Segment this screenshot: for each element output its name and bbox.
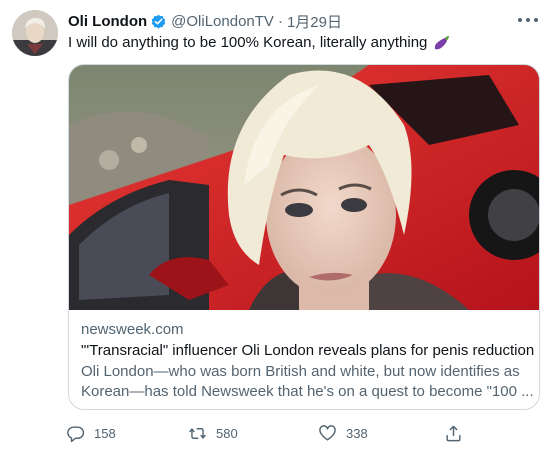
- retweet-icon: [188, 424, 207, 443]
- card-title: "'Transracial" influencer Oli London rev…: [81, 342, 540, 359]
- share-button[interactable]: [444, 422, 463, 444]
- card-description-line: Korean—has told Newsweek that he's on a …: [81, 383, 534, 400]
- reply-icon: [66, 424, 85, 443]
- share-icon: [444, 424, 463, 443]
- like-count: 338: [346, 425, 368, 441]
- separator-dot: ·: [277, 12, 283, 30]
- reply-count: 158: [94, 425, 116, 441]
- retweet-count: 580: [216, 425, 238, 441]
- card-domain: newsweek.com: [81, 321, 184, 338]
- verified-badge-icon: [150, 13, 167, 30]
- eggplant-icon: [432, 34, 452, 52]
- user-handle[interactable]: @OliLondonTV: [171, 13, 274, 30]
- tweet-text: I will do anything to be 100% Korean, li…: [68, 33, 452, 53]
- card-description: Oli London—who was born British and whit…: [81, 362, 534, 402]
- card-description-line: Oli London—who was born British and whit…: [81, 363, 520, 380]
- tweet[interactable]: Oli London @OliLondonTV · 1月29日 I will d…: [0, 0, 554, 452]
- retweet-button[interactable]: 580: [188, 422, 238, 444]
- display-name[interactable]: Oli London: [68, 13, 147, 30]
- like-button[interactable]: 338: [318, 422, 368, 444]
- card-image[interactable]: [69, 65, 539, 310]
- more-options-icon[interactable]: [518, 12, 538, 28]
- tweet-date[interactable]: 1月29日: [287, 11, 342, 32]
- avatar[interactable]: [12, 10, 58, 56]
- reply-button[interactable]: 158: [66, 422, 116, 444]
- heart-icon: [318, 424, 337, 443]
- tweet-text-content: I will do anything to be 100% Korean, li…: [68, 34, 428, 51]
- action-bar: 158 580 338: [66, 422, 470, 444]
- card-meta: newsweek.com "'Transracial" influencer O…: [81, 320, 540, 402]
- link-card[interactable]: newsweek.com "'Transracial" influencer O…: [68, 64, 540, 410]
- tweet-header: Oli London @OliLondonTV · 1月29日: [68, 11, 342, 31]
